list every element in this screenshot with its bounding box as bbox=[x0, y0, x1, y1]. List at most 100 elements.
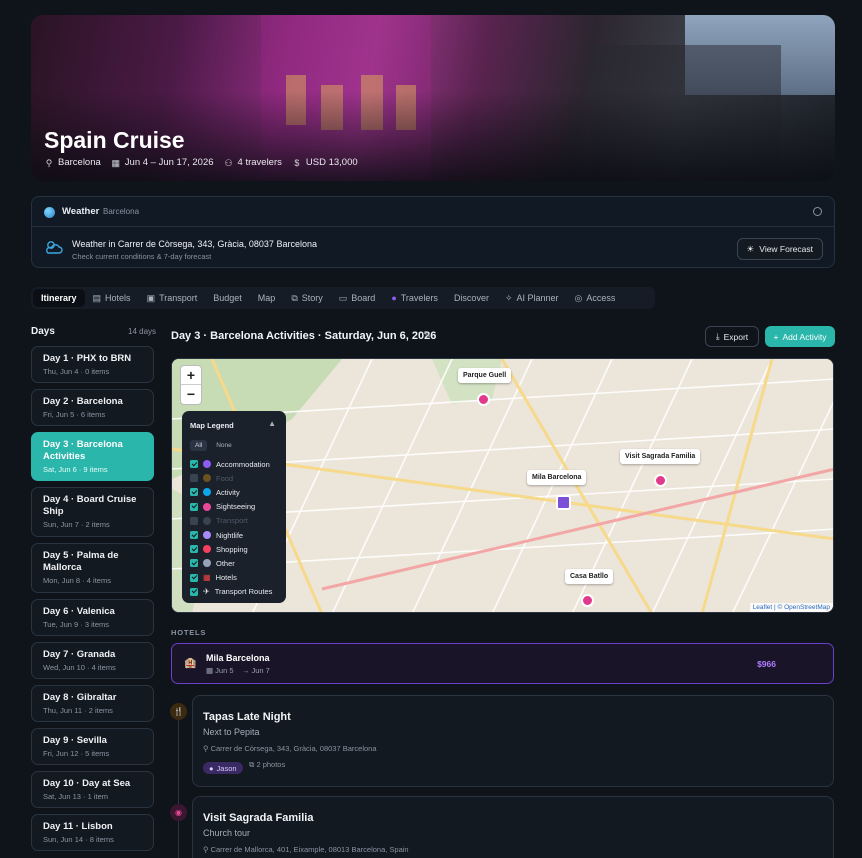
day-subtitle: Mon, Jun 8 · 4 items bbox=[43, 576, 111, 585]
users-icon: ⚇ bbox=[224, 157, 233, 168]
trip-title: Spain Cruise bbox=[44, 127, 185, 153]
tab-hotels[interactable]: ▤ Hotels bbox=[85, 289, 139, 307]
tab-label: Hotels bbox=[105, 293, 131, 303]
day-item[interactable]: Day 10 · Day at Sea Sat, Jun 13 · 1 item bbox=[31, 771, 154, 808]
map-pin[interactable] bbox=[477, 393, 490, 406]
activity-card[interactable]: Tapas Late Night Next to Pepita ⚲ Carrer… bbox=[192, 695, 834, 787]
day-item[interactable]: Day 4 · Board Cruise Ship Sun, Jun 7 · 2 … bbox=[31, 487, 154, 537]
plus-icon: + bbox=[773, 331, 779, 342]
day-subtitle: Sun, Jun 7 · 2 items bbox=[43, 520, 110, 529]
checkbox[interactable] bbox=[190, 474, 198, 483]
story-icon: ⧉ bbox=[291, 292, 298, 303]
trip-meta: ⚲ Barcelona ▦ Jun 4 – Jun 17, 2026 ⚇ 4 trav… bbox=[44, 157, 358, 168]
legend-none-button[interactable]: None bbox=[211, 440, 237, 451]
day-title: Day 3 · Barcelona Activities bbox=[43, 439, 123, 462]
checkbox[interactable] bbox=[190, 587, 198, 596]
photos-label: 2 photos bbox=[256, 760, 286, 769]
tab-label: AI Planner bbox=[516, 293, 559, 303]
hotel-map-pin[interactable] bbox=[556, 495, 571, 510]
view-forecast-button[interactable]: ☀ View Forecast bbox=[737, 238, 823, 260]
caret-up-icon[interactable]: ▲ bbox=[268, 419, 276, 428]
activity-card[interactable]: Visit Sagrada Familia Church tour ⚲ Carr… bbox=[192, 796, 834, 858]
day-item[interactable]: Day 6 · Valenica Tue, Jun 9 · 3 items bbox=[31, 599, 154, 636]
map-pin[interactable] bbox=[654, 474, 667, 487]
download-icon: ⤓ bbox=[715, 331, 720, 341]
map-pin-label: Casa Batllo bbox=[565, 569, 614, 584]
checkbox[interactable] bbox=[190, 460, 198, 469]
day-item[interactable]: Day 9 · Sevilla Fri, Jun 12 · 5 items bbox=[31, 728, 154, 765]
day-item[interactable]: Day 8 · Gibraltar Thu, Jun 11 · 2 items bbox=[31, 685, 154, 722]
export-button[interactable]: ⤓ Export bbox=[705, 326, 759, 347]
checkbox[interactable] bbox=[190, 516, 198, 525]
legend-row[interactable]: Shopping bbox=[190, 542, 278, 556]
legend-row[interactable]: Food bbox=[190, 471, 278, 485]
trip-hero: Spain Cruise ⚲ Barcelona ▦ Jun 4 – Jun 17,… bbox=[31, 15, 835, 181]
day-subtitle: Fri, Jun 5 · 6 items bbox=[43, 410, 106, 419]
tab-label: Itinerary bbox=[41, 293, 77, 303]
tab-budget[interactable]: Budget bbox=[205, 289, 250, 307]
checkbox[interactable] bbox=[190, 502, 198, 511]
tab-discover[interactable]: Discover bbox=[446, 289, 497, 307]
legend-row[interactable]: Other bbox=[190, 556, 278, 570]
zoom-out-button[interactable]: − bbox=[181, 385, 201, 404]
legend-color-dot bbox=[203, 502, 211, 511]
zoom-in-button[interactable]: + bbox=[181, 366, 201, 385]
day-title: Day 7 · Granada bbox=[43, 649, 116, 660]
legend-color-dot bbox=[203, 559, 211, 568]
tab-board[interactable]: ▭ Board bbox=[331, 289, 384, 307]
tab-label: Budget bbox=[213, 293, 242, 303]
tab-travelers[interactable]: ● Travelers bbox=[383, 289, 446, 307]
tab-label: Map bbox=[257, 293, 276, 303]
search-icon[interactable] bbox=[813, 207, 822, 216]
checkbox[interactable] bbox=[190, 545, 198, 554]
legend-row[interactable]: Accommodation bbox=[190, 457, 278, 471]
legend-row[interactable]: Activity bbox=[190, 485, 278, 499]
transport-icon: ▣ bbox=[146, 292, 156, 303]
photos-count[interactable]: ⧉ 2 photos bbox=[249, 760, 285, 770]
tab-itinerary[interactable]: Itinerary bbox=[33, 289, 85, 307]
calendar-icon: ▦ bbox=[111, 157, 121, 168]
legend-label: Shopping bbox=[216, 544, 248, 554]
tab-ai-planner[interactable]: ✧ AI Planner bbox=[497, 289, 567, 307]
day-item-active[interactable]: Day 3 · Barcelona Activities Sat, Jun 6 ·… bbox=[31, 432, 154, 481]
map-pin[interactable] bbox=[581, 594, 594, 607]
tab-label: Discover bbox=[453, 293, 489, 303]
legend-row[interactable]: Transport bbox=[190, 514, 278, 528]
legend-row[interactable]: Nightlife bbox=[190, 528, 278, 542]
checkbox[interactable] bbox=[190, 573, 198, 582]
weather-subtitle: Check current conditions & 7-day forecas… bbox=[72, 252, 212, 261]
hotel-price: $966 bbox=[757, 659, 776, 669]
legend-all-button[interactable]: All bbox=[190, 440, 208, 451]
add-activity-button[interactable]: + Add Activity bbox=[765, 326, 835, 347]
day-item[interactable]: Day 2 · Barcelona Fri, Jun 5 · 6 items bbox=[31, 389, 154, 426]
tab-transport[interactable]: ▣ Transport bbox=[139, 289, 206, 307]
checkbox[interactable] bbox=[190, 559, 198, 568]
legend-color-dot bbox=[203, 516, 211, 525]
legend-row[interactable]: ▦ Hotels bbox=[190, 571, 278, 585]
day-item[interactable]: Day 11 · Lisbon Sun, Jun 14 · 8 items bbox=[31, 814, 154, 851]
checkbox[interactable] bbox=[190, 531, 198, 540]
trip-location: Barcelona bbox=[58, 157, 101, 168]
tab-bar: Itinerary ▤ Hotels ▣ Transport Budget Map … bbox=[31, 287, 655, 309]
day-item[interactable]: Day 7 · Granada Wed, Jun 10 · 4 items bbox=[31, 642, 154, 679]
plane-icon: ✈ bbox=[203, 587, 210, 597]
tab-label: Story bbox=[301, 293, 323, 303]
hotel-card[interactable]: 🏨 Mila Barcelona ▦ Jun 5 → Jun 7 $966 bbox=[171, 643, 834, 684]
map-view[interactable]: + − Parque Guell Visit Sagrada Familia M… bbox=[171, 358, 834, 613]
tab-access[interactable]: ◎ Access bbox=[567, 289, 624, 307]
timeline-line bbox=[178, 712, 179, 858]
legend-row[interactable]: Sightseeing bbox=[190, 500, 278, 514]
tab-story[interactable]: ⧉ Story bbox=[283, 289, 330, 307]
legend-row[interactable]: ✈ Transport Routes bbox=[190, 585, 278, 599]
edit-pencil-icon[interactable]: ✎ bbox=[423, 330, 431, 341]
checkbox[interactable] bbox=[190, 488, 198, 497]
map-attribution[interactable]: Leaflet | © OpenStreetMap bbox=[749, 603, 833, 612]
legend-color-dot bbox=[203, 531, 211, 540]
add-activity-label: Add Activity bbox=[782, 331, 827, 342]
tab-map[interactable]: Map bbox=[250, 289, 284, 307]
day-item[interactable]: Day 5 · Palma de Mallorca Mon, Jun 8 · 4 … bbox=[31, 543, 154, 593]
day-title: Day 4 · Board Cruise Ship bbox=[43, 494, 137, 517]
days-heading: Days bbox=[31, 326, 55, 337]
traveler-tag[interactable]: ● Jason bbox=[203, 762, 243, 774]
day-item[interactable]: Day 1 · PHX to BRN Thu, Jun 4 · 0 items bbox=[31, 346, 154, 383]
